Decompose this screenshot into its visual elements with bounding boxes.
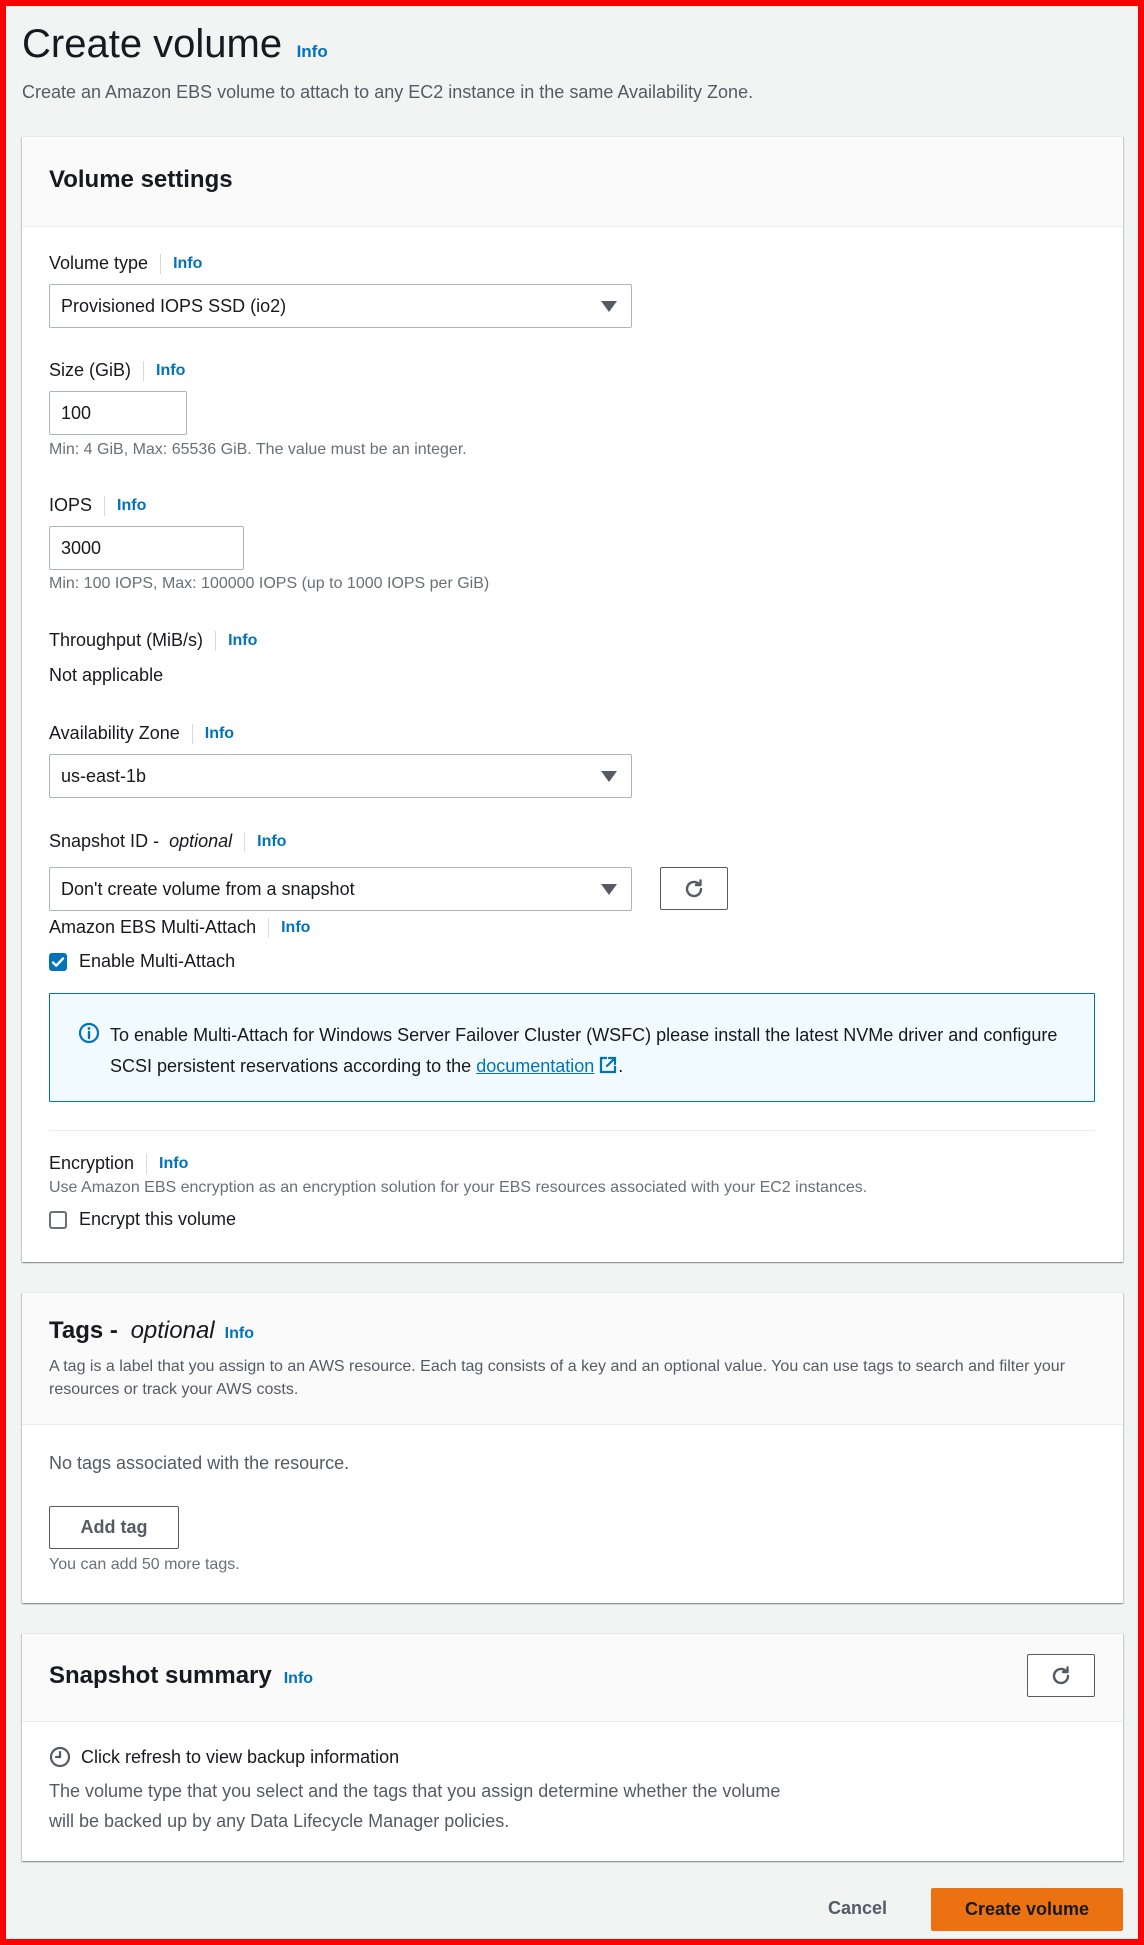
throughput-info-link[interactable]: Info [228,632,257,650]
refresh-icon [1052,1665,1070,1684]
throughput-value: Not applicable [49,665,164,685]
tags-title-row: Tags - optional Info [49,1317,254,1345]
page-title: Create volume [22,22,283,66]
tags-title: Tags - [49,1317,125,1344]
snapshot-summary-title-row: Snapshot summary Info [49,1662,313,1690]
iops-label-text: IOPS [49,495,93,515]
encryption-label: Encryption Info [49,1153,188,1174]
snapshot-id-info-link[interactable]: Info [257,833,286,851]
documentation-link[interactable]: documentation [476,1056,594,1076]
iops-label: IOPS Info [49,495,146,516]
volume-type-select[interactable]: Provisioned IOPS SSD (io2) [49,284,632,328]
volume-settings-title: Volume settings [49,166,233,193]
caret-down-icon [601,301,617,312]
snapshot-summary-description: The volume type that you select and the … [49,1781,781,1831]
snapshot-summary-panel: Snapshot summary Info Click refresh to v… [22,1633,1123,1861]
availability-zone-label: Availability Zone Info [49,723,234,744]
page-header: Create volume Info [22,22,328,67]
label-separator [146,1153,148,1174]
size-value: 100 [61,402,92,423]
encryption-label-text: Encryption [49,1153,135,1173]
page-description: Create an Amazon EBS volume to attach to… [22,82,754,102]
snapshot-id-label-text: Snapshot ID - [49,831,165,851]
volume-settings-panel: Volume settings Volume type Info Provisi… [22,136,1123,1262]
throughput-label: Throughput (MiB/s) Info [49,630,257,651]
snapshot-status-row: Click refresh to view backup information [49,1746,399,1768]
enable-multi-attach-checkbox-row[interactable]: Enable Multi-Attach [49,951,235,972]
volume-settings-header: Volume settings [22,137,1123,227]
tags-title-optional: optional [130,1317,215,1344]
page-info-link[interactable]: Info [297,42,328,61]
enable-multi-attach-label: Enable Multi-Attach [79,951,236,971]
volume-type-value: Provisioned IOPS SSD (io2) [61,295,287,316]
label-separator [143,360,145,381]
enable-multi-attach-checkbox[interactable] [49,952,67,971]
tags-panel: Tags - optional Info A tag is a label th… [22,1292,1123,1603]
size-info-link[interactable]: Info [156,362,185,380]
clock-icon [49,1746,71,1768]
snapshot-summary-info-link[interactable]: Info [284,1670,313,1688]
label-separator [104,495,106,516]
info-circle-icon [78,1022,100,1044]
availability-zone-label-text: Availability Zone [49,723,180,743]
snapshot-id-select[interactable]: Don't create volume from a snapshot [49,867,632,911]
label-separator [160,253,162,274]
multi-attach-alert-text: To enable Multi-Attach for Windows Serve… [110,1020,1070,1082]
iops-input[interactable]: 3000 [49,526,244,570]
tags-description: A tag is a label that you assign to an A… [49,1358,1066,1398]
iops-hint: Min: 100 IOPS, Max: 100000 IOPS (up to 1… [49,575,490,592]
size-label: Size (GiB) Info [49,360,185,381]
size-input[interactable]: 100 [49,391,187,435]
iops-info-link[interactable]: Info [117,497,146,515]
alert-end-text: . [618,1056,624,1076]
snapshot-status-text: Click refresh to view backup information [81,1746,400,1767]
multi-attach-info-alert: To enable Multi-Attach for Windows Serve… [49,993,1095,1102]
no-tags-text: No tags associated with the resource. [49,1453,350,1473]
volume-type-label-text: Volume type [49,253,149,273]
label-separator [191,723,193,744]
multi-attach-info-link[interactable]: Info [281,919,310,937]
tags-header: Tags - optional Info A tag is a label th… [22,1293,1123,1425]
volume-type-info-link[interactable]: Info [173,255,202,273]
volume-type-label: Volume type Info [49,253,202,274]
tags-info-link[interactable]: Info [225,1325,254,1343]
snapshot-id-value: Don't create volume from a snapshot [61,878,355,899]
refresh-icon [685,878,703,897]
snapshot-id-label: Snapshot ID - optional Info [49,831,286,852]
snapshot-refresh-button[interactable] [660,867,728,910]
availability-zone-value: us-east-1b [61,765,147,786]
snapshot-summary-title: Snapshot summary [49,1662,272,1689]
encryption-description: Use Amazon EBS encryption as an encrypti… [49,1179,868,1196]
availability-zone-select[interactable]: us-east-1b [49,754,632,798]
create-volume-button[interactable]: Create volume [931,1888,1123,1931]
label-separator [215,630,217,651]
snapshot-id-optional: optional [169,831,233,851]
multi-attach-label-text: Amazon EBS Multi-Attach [49,917,257,937]
label-separator [268,917,270,938]
label-separator [244,831,246,852]
availability-zone-info-link[interactable]: Info [205,725,234,743]
snapshot-summary-refresh-button[interactable] [1027,1654,1095,1697]
throughput-label-text: Throughput (MiB/s) [49,630,204,650]
cancel-button[interactable]: Cancel [828,1898,887,1919]
snapshot-summary-header: Snapshot summary Info [22,1634,1123,1722]
caret-down-icon [601,884,617,895]
caret-down-icon [601,771,617,782]
size-hint: Min: 4 GiB, Max: 65536 GiB. The value mu… [49,441,467,458]
encrypt-volume-label: Encrypt this volume [79,1209,237,1229]
encrypt-volume-checkbox[interactable] [49,1210,67,1229]
section-divider [49,1130,1095,1131]
iops-value: 3000 [61,537,102,558]
external-link-icon[interactable] [598,1055,618,1075]
checkmark-icon [51,956,65,967]
size-label-text: Size (GiB) [49,360,132,380]
add-tag-button[interactable]: Add tag [49,1506,179,1549]
multi-attach-label: Amazon EBS Multi-Attach Info [49,917,310,938]
tags-limit-hint: You can add 50 more tags. [49,1556,240,1573]
encryption-info-link[interactable]: Info [159,1155,188,1173]
encrypt-volume-checkbox-row[interactable]: Encrypt this volume [49,1209,236,1230]
